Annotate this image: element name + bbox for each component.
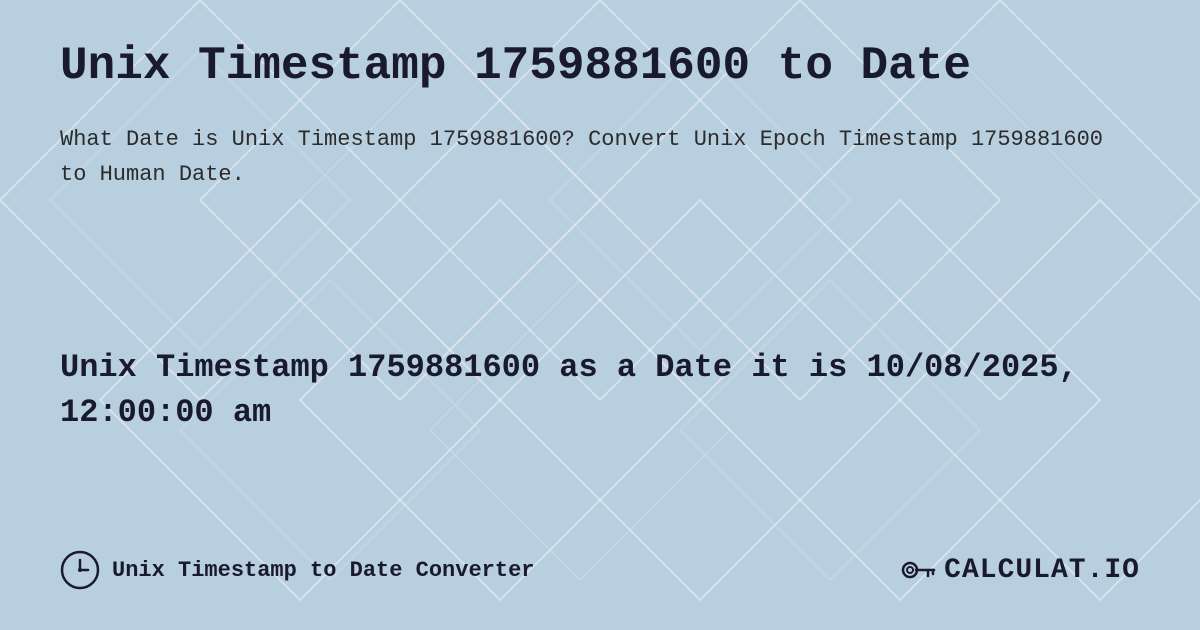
result-text: Unix Timestamp 1759881600 as a Date it i… [60, 346, 1140, 436]
footer-converter-link[interactable]: Unix Timestamp to Date Converter [60, 550, 534, 590]
clock-icon [60, 550, 100, 590]
logo-icon [900, 552, 936, 588]
page-description: What Date is Unix Timestamp 1759881600? … [60, 122, 1140, 192]
logo-text: CALCULAT.IO [944, 555, 1140, 586]
calculat-logo[interactable]: CALCULAT.IO [900, 552, 1140, 588]
footer-label: Unix Timestamp to Date Converter [112, 558, 534, 583]
page-title: Unix Timestamp 1759881600 to Date [60, 40, 1140, 92]
